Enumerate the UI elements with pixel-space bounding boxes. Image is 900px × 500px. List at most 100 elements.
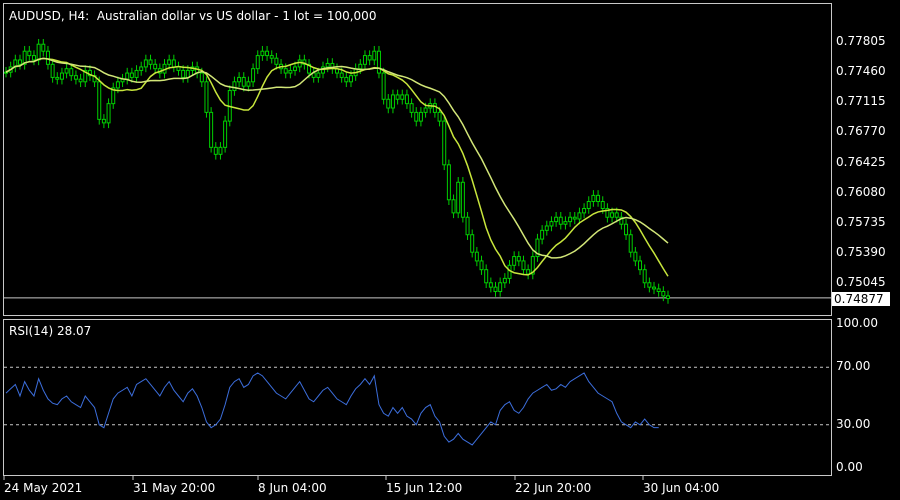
candle-body — [381, 72, 386, 100]
price-tick-label: 0.76425 — [836, 154, 886, 169]
candle-body — [633, 251, 638, 262]
rsi-tick-label: 70.00 — [836, 359, 871, 374]
candle-body — [423, 107, 428, 113]
candle-body — [73, 75, 78, 80]
candle-body — [31, 55, 36, 61]
candle-body — [610, 212, 615, 218]
candle-body — [283, 68, 288, 74]
candle-body — [237, 76, 242, 83]
moving-average-slow — [5, 57, 669, 259]
candle-body — [36, 43, 41, 61]
candle-body — [526, 269, 531, 275]
candle-body — [223, 120, 228, 148]
candle-body — [274, 57, 279, 65]
price-tick-label: 0.76080 — [836, 184, 886, 199]
candle-body — [246, 81, 251, 87]
candle-body — [418, 111, 423, 122]
candle-body — [265, 50, 270, 57]
candle-body — [41, 43, 46, 52]
candle-body — [586, 201, 591, 210]
candle-body — [260, 50, 265, 57]
candle-body — [474, 251, 479, 262]
candle-body — [251, 68, 256, 83]
rsi-tick-label: 100.00 — [836, 316, 878, 330]
candle-body — [358, 63, 363, 70]
candle-body — [125, 72, 130, 80]
candle-body — [638, 260, 643, 271]
candle-body — [572, 216, 577, 220]
candle-body — [600, 201, 605, 210]
candle-body — [362, 55, 367, 65]
time-tick-label: 15 Jun 12:00 — [386, 481, 463, 495]
candle-body — [17, 59, 22, 65]
candle-body — [521, 260, 526, 271]
candle-body — [624, 223, 629, 236]
candle-body — [404, 94, 409, 105]
candle-body — [218, 146, 223, 155]
candle-body — [502, 277, 507, 284]
candle-body — [666, 295, 670, 300]
candle-body — [661, 291, 666, 297]
candle-body — [199, 72, 204, 83]
candle-body — [115, 81, 120, 89]
candle-body — [293, 66, 298, 71]
price-tick-label: 0.77805 — [836, 34, 886, 49]
candle-body — [446, 164, 451, 201]
candle-body — [348, 75, 353, 83]
candle-body — [204, 81, 209, 113]
time-tick-label: 31 May 20:00 — [133, 481, 216, 495]
candle-body — [209, 111, 214, 148]
candle-body — [563, 221, 568, 225]
candle-body — [176, 66, 181, 71]
moving-average-fast — [5, 57, 669, 277]
candle-body — [460, 181, 465, 218]
candle-body — [390, 94, 395, 109]
candle-body — [143, 59, 148, 68]
candle-body — [69, 68, 74, 77]
candle-body — [232, 81, 237, 92]
time-tick-label: 24 May 2021 — [4, 481, 83, 495]
rsi-tick-label: 30.00 — [836, 416, 871, 431]
candle-body — [488, 282, 493, 288]
candle-body — [288, 69, 293, 74]
candle-body — [269, 55, 274, 59]
candle-body — [134, 69, 139, 78]
candle-body — [656, 288, 661, 293]
candle-body — [27, 50, 32, 57]
price-tick-label: 0.75390 — [836, 245, 886, 260]
rsi-line — [5, 372, 659, 446]
candle-body — [652, 286, 657, 290]
candle-body — [554, 216, 559, 223]
candle-body — [316, 72, 321, 78]
candle-body — [442, 120, 447, 166]
candle-body — [339, 72, 344, 78]
candle-body — [628, 234, 633, 253]
candle-body — [101, 118, 106, 124]
price-tick-label: 0.77115 — [836, 94, 886, 109]
candle-body — [45, 50, 50, 65]
candle-body — [516, 256, 521, 262]
candle-body — [544, 225, 549, 231]
price-tick-label: 0.77460 — [836, 64, 886, 79]
candle-body — [50, 63, 55, 78]
candle-body — [59, 72, 64, 80]
candle-body — [437, 111, 442, 122]
candle-body — [213, 146, 218, 155]
candle-body — [493, 286, 498, 293]
chart-plot-layer — [3, 38, 831, 480]
candle-body — [414, 111, 419, 122]
price-tick-label: 0.76770 — [836, 124, 886, 139]
candle-body — [367, 55, 372, 61]
candle-body — [549, 221, 554, 227]
candle-body — [97, 81, 102, 120]
current-price-label: 0.74877 — [832, 292, 890, 306]
candle-body — [591, 194, 596, 203]
candle-body — [614, 212, 619, 218]
candle-body — [185, 69, 190, 78]
candle-body — [386, 98, 391, 109]
time-tick-label: 30 Jun 04:00 — [643, 481, 720, 495]
candle-body — [129, 72, 134, 78]
candle-body — [55, 76, 60, 80]
candle-body — [582, 208, 587, 214]
candle-body — [568, 216, 573, 223]
